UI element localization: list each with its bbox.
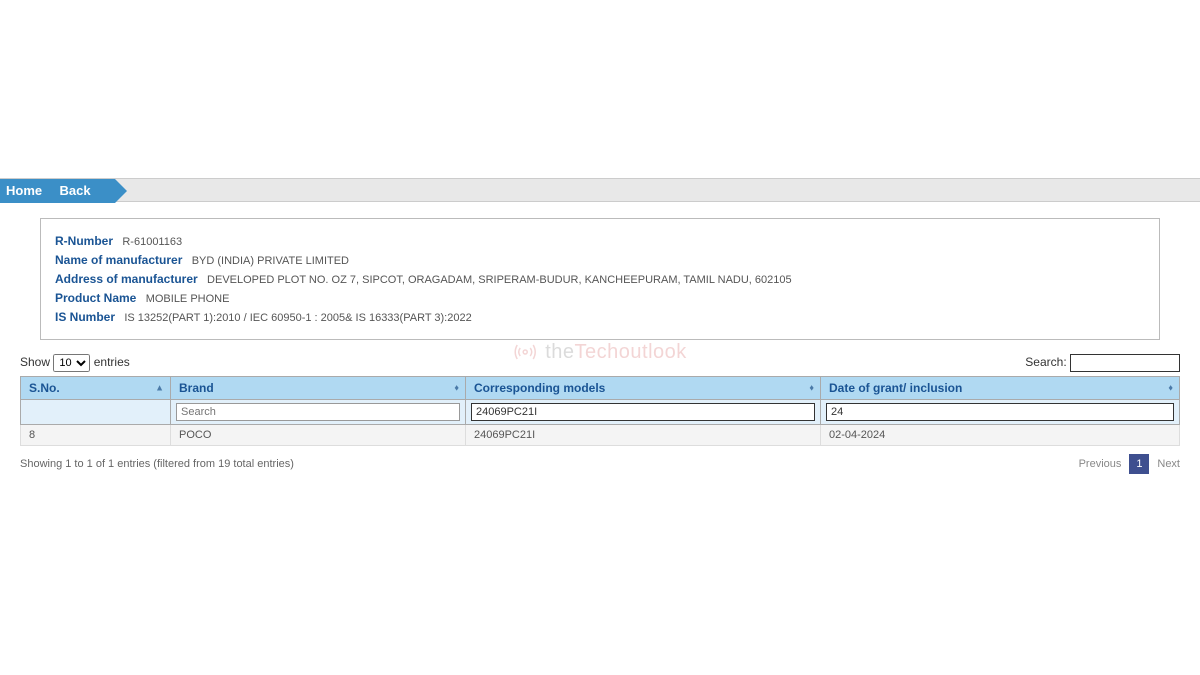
detail-manufacturer: Name of manufacturer BYD (INDIA) PRIVATE… bbox=[55, 253, 1145, 267]
data-table: S.No. ▲ Brand ♦ Corresponding models ♦ D… bbox=[20, 376, 1180, 446]
detail-product: Product Name MOBILE PHONE bbox=[55, 291, 1145, 305]
detail-address: Address of manufacturer DEVELOPED PLOT N… bbox=[55, 272, 1145, 286]
show-entries: Show 10 entries bbox=[20, 354, 130, 372]
entries-info: Showing 1 to 1 of 1 entries (filtered fr… bbox=[20, 458, 294, 470]
pagination: Previous 1 Next bbox=[1079, 454, 1180, 474]
sort-icon: ♦ bbox=[1168, 384, 1173, 393]
sort-icon: ♦ bbox=[809, 384, 814, 393]
table-footer: Showing 1 to 1 of 1 entries (filtered fr… bbox=[20, 454, 1180, 474]
back-link[interactable]: Back bbox=[59, 183, 90, 198]
next-button[interactable]: Next bbox=[1157, 458, 1180, 470]
rnumber-label: R-Number bbox=[55, 234, 113, 248]
details-panel: R-Number R-61001163 Name of manufacturer… bbox=[40, 218, 1160, 340]
search-label: Search: bbox=[1025, 355, 1066, 369]
search-input[interactable] bbox=[1070, 354, 1180, 372]
entries-select[interactable]: 10 bbox=[53, 354, 90, 372]
manufacturer-label: Name of manufacturer bbox=[55, 253, 182, 267]
header-row: S.No. ▲ Brand ♦ Corresponding models ♦ D… bbox=[21, 377, 1180, 400]
cell-models: 24069PC21I bbox=[466, 425, 821, 446]
detail-rnumber: R-Number R-61001163 bbox=[55, 234, 1145, 248]
rnumber-value: R-61001163 bbox=[122, 236, 182, 248]
filter-date-input[interactable] bbox=[826, 403, 1174, 421]
detail-isnumber: IS Number IS 13252(PART 1):2010 / IEC 60… bbox=[55, 310, 1145, 324]
search-box: Search: bbox=[1025, 354, 1180, 372]
cell-brand: POCO bbox=[171, 425, 466, 446]
address-value: DEVELOPED PLOT NO. OZ 7, SIPCOT, ORAGADA… bbox=[207, 274, 792, 286]
page-1[interactable]: 1 bbox=[1129, 454, 1149, 474]
col-models[interactable]: Corresponding models ♦ bbox=[466, 377, 821, 400]
col-date[interactable]: Date of grant/ inclusion ♦ bbox=[821, 377, 1180, 400]
filter-brand-input[interactable] bbox=[176, 403, 460, 421]
product-value: MOBILE PHONE bbox=[146, 293, 230, 305]
cell-date: 02-04-2024 bbox=[821, 425, 1180, 446]
isnumber-label: IS Number bbox=[55, 310, 115, 324]
product-label: Product Name bbox=[55, 291, 136, 305]
col-sno[interactable]: S.No. ▲ bbox=[21, 377, 171, 400]
cell-sno: 8 bbox=[21, 425, 171, 446]
isnumber-value: IS 13252(PART 1):2010 / IEC 60950-1 : 20… bbox=[124, 312, 471, 324]
home-link[interactable]: Home bbox=[6, 183, 42, 198]
entries-label: entries bbox=[94, 355, 130, 369]
col-brand[interactable]: Brand ♦ bbox=[171, 377, 466, 400]
nav-bar: Home Back bbox=[0, 178, 1200, 202]
address-label: Address of manufacturer bbox=[55, 272, 198, 286]
nav-shape: Home Back bbox=[0, 179, 115, 203]
filter-row bbox=[21, 400, 1180, 425]
table-row: 8 POCO 24069PC21I 02-04-2024 bbox=[21, 425, 1180, 446]
sort-icon: ♦ bbox=[454, 384, 459, 393]
sort-icon: ▲ bbox=[155, 384, 164, 393]
previous-button[interactable]: Previous bbox=[1079, 458, 1122, 470]
manufacturer-value: BYD (INDIA) PRIVATE LIMITED bbox=[192, 255, 349, 267]
filter-models-input[interactable] bbox=[471, 403, 815, 421]
table-controls: Show 10 entries Search: bbox=[20, 354, 1180, 372]
show-label: Show bbox=[20, 355, 50, 369]
